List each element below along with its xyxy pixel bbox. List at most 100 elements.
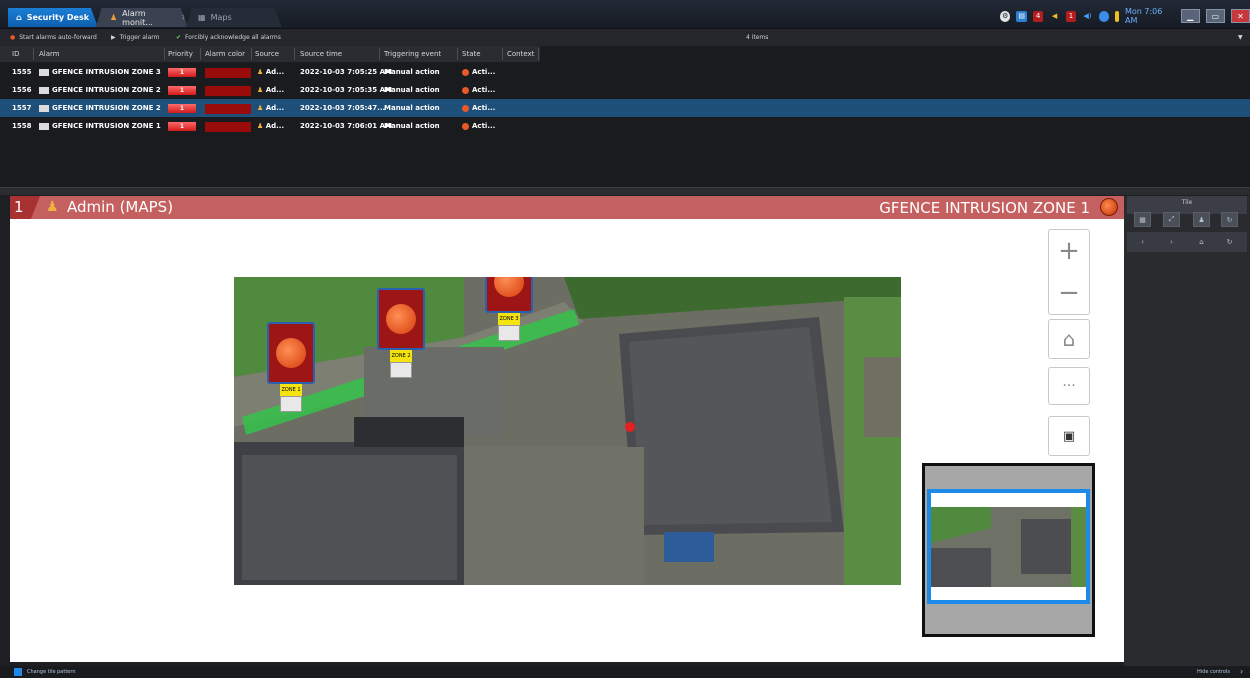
source-time: 2022-10-03 7:05:25 AM <box>300 68 392 76</box>
alarm-bell-icon <box>267 322 315 384</box>
alarm-name-text: GFENCE INTRUSION ZONE 3 <box>52 68 161 76</box>
alarm-color-swatch <box>205 104 251 114</box>
reload-icon[interactable]: ↻ <box>1221 234 1238 249</box>
trigger-alarm-button[interactable]: ▶ Trigger alarm <box>111 32 159 43</box>
zone-marker-2[interactable]: ZONE 2 <box>377 288 425 384</box>
source: ♟ Ad... <box>257 86 284 94</box>
user-icon[interactable]: ♟ <box>1193 212 1210 227</box>
forward-icon[interactable]: › <box>1163 234 1180 249</box>
incident-icon[interactable]: 1 <box>1065 10 1077 22</box>
settings-icon[interactable]: ⚙ <box>1000 10 1011 22</box>
system-tray: ⚙ ▤ 4 ◀ 1 ◀) Mon 7:06 AM ▁ ▭ ✕ <box>1000 7 1250 25</box>
column-header[interactable]: Source time <box>300 50 342 58</box>
tab-alarm-monitoring[interactable]: ♟ Alarm monit... ✕ <box>96 8 188 27</box>
source-time: 2022-10-03 7:05:35 AM <box>300 86 392 94</box>
column-header[interactable]: ID <box>12 50 19 58</box>
play-icon: ▶ <box>111 34 116 41</box>
alarm-name-text: GFENCE INTRUSION ZONE 1 <box>52 122 161 130</box>
status-icon[interactable] <box>1115 10 1119 22</box>
megaphone-icon[interactable]: ◀ <box>1049 11 1059 22</box>
minimize-icon[interactable]: ▁ <box>1180 9 1200 23</box>
more-icon[interactable]: ··· <box>1048 367 1090 405</box>
minimap[interactable] <box>922 463 1095 637</box>
state: Acti... <box>462 104 495 112</box>
tile-number: 1 <box>10 196 40 219</box>
close-icon[interactable]: ✕ <box>181 13 188 22</box>
column-header[interactable]: Alarm color <box>205 50 245 58</box>
alarm-count-icon[interactable]: 4 <box>1032 10 1044 22</box>
acknowledge-all-button[interactable]: ✔ Forcibly acknowledge all alarms <box>176 32 281 43</box>
forward-icon: ● <box>10 34 16 41</box>
table-row-selected[interactable]: 1557 GFENCE INTRUSION ZONE 2 1 ♟ Ad... 2… <box>0 99 1250 117</box>
tile-controls-panel: Tile ▦ ⤢ ♟ ↻ ‹ › ⌂ ↻ <box>1124 196 1250 666</box>
zoom-out-icon[interactable]: − <box>1058 280 1080 306</box>
user-icon: ♟ <box>257 68 266 76</box>
map-imagery <box>234 277 901 585</box>
aerial-map[interactable]: ZONE 1 ZONE 2 ZONE 3 <box>234 277 901 585</box>
tab-maps[interactable]: ▦ Maps <box>186 8 282 27</box>
panel-header-label: Tile <box>1181 199 1193 206</box>
zoom-control: + − <box>1048 229 1090 315</box>
home-icon: ⌂ <box>16 13 22 22</box>
tab-security-desk[interactable]: ⌂ Security Desk <box>8 8 98 27</box>
back-icon[interactable]: ‹ <box>1134 234 1151 249</box>
table-row[interactable]: 1555 GFENCE INTRUSION ZONE 3 1 ♟ Ad... 2… <box>0 63 1250 81</box>
layers-icon[interactable]: ▣ <box>1048 416 1090 456</box>
column-header[interactable]: Alarm <box>39 50 60 58</box>
column-header[interactable]: State <box>462 50 481 58</box>
tab-label: Security Desk <box>26 13 90 22</box>
alarm-name: GFENCE INTRUSION ZONE 2 <box>39 86 161 94</box>
user-icon: ♟ <box>46 199 59 215</box>
notification-icon[interactable]: ▤ <box>1016 10 1027 22</box>
source-time: 2022-10-03 7:05:47... <box>300 104 386 112</box>
triggering-event: Manual action <box>384 122 440 130</box>
user-icon: ♟ <box>257 104 266 112</box>
home-icon[interactable]: ⌂ <box>1193 234 1210 249</box>
clock[interactable]: Mon 7:06 AM <box>1125 7 1175 25</box>
zone-marker-3[interactable]: ZONE 3 <box>485 277 533 347</box>
alarm-name-text: GFENCE INTRUSION ZONE 2 <box>52 104 161 112</box>
refresh-icon[interactable]: ↻ <box>1221 212 1238 227</box>
table-row[interactable]: 1556 GFENCE INTRUSION ZONE 2 1 ♟ Ad... 2… <box>0 81 1250 99</box>
state-text: Acti... <box>472 104 496 112</box>
column-header[interactable]: Source <box>255 50 279 58</box>
tile-pattern-icon[interactable] <box>14 668 22 676</box>
chevron-right-icon[interactable]: › <box>1240 667 1243 676</box>
zoom-in-icon[interactable]: + <box>1058 238 1080 264</box>
source-text: Ad... <box>265 122 285 130</box>
minimap-viewport[interactable] <box>927 489 1090 604</box>
close-window-icon[interactable]: ✕ <box>1230 9 1250 23</box>
column-header[interactable]: Triggering event <box>384 50 441 58</box>
alarm-icon <box>39 86 49 94</box>
alarm-id: 1555 <box>12 68 32 76</box>
camera-icon <box>390 362 412 378</box>
table-row[interactable]: 1558 GFENCE INTRUSION ZONE 1 1 ♟ Ad... 2… <box>0 117 1250 135</box>
triggering-event: Manual action <box>384 104 440 112</box>
alarm-icon <box>39 68 49 76</box>
column-header[interactable]: Priority <box>168 50 193 58</box>
zone-marker-1[interactable]: ZONE 1 <box>267 322 315 418</box>
source-text: Ad... <box>265 104 285 112</box>
title-bar: ⌂ Security Desk ♟ Alarm monit... ✕ ▦ Map… <box>0 0 1250 29</box>
maximize-icon[interactable]: ▭ <box>1205 9 1225 23</box>
state: Acti... <box>462 86 495 94</box>
start-forward-button[interactable]: ● Start alarms auto-forward <box>10 32 97 43</box>
volume-icon[interactable]: ◀) <box>1082 11 1092 22</box>
filter-icon[interactable]: ▼ <box>1238 32 1243 43</box>
expand-icon[interactable]: ⤢ <box>1163 212 1180 227</box>
map-tile[interactable]: 1 ♟ Admin (MAPS) GFENCE INTRUSION ZONE 1 <box>10 196 1124 662</box>
source-text: Ad... <box>265 86 285 94</box>
change-tile-pattern-link[interactable]: Change tile pattern <box>27 669 76 675</box>
hide-controls-link[interactable]: Hide controls <box>1197 669 1230 675</box>
tile-pattern-icon[interactable]: ▦ <box>1134 212 1151 227</box>
pane-splitter[interactable] <box>0 187 1250 195</box>
column-header[interactable]: Context <box>507 50 534 58</box>
incident-count-badge: 1 <box>1068 12 1074 20</box>
alarm-name: GFENCE INTRUSION ZONE 2 <box>39 104 161 112</box>
home-icon[interactable]: ⌂ <box>1048 319 1090 359</box>
active-state-icon <box>462 104 469 112</box>
nav-bar: ‹ › ⌂ ↻ <box>1127 232 1247 252</box>
alarm-icon <box>39 122 49 130</box>
alarm-bell-icon[interactable] <box>1100 198 1118 216</box>
network-icon[interactable] <box>1098 10 1110 22</box>
